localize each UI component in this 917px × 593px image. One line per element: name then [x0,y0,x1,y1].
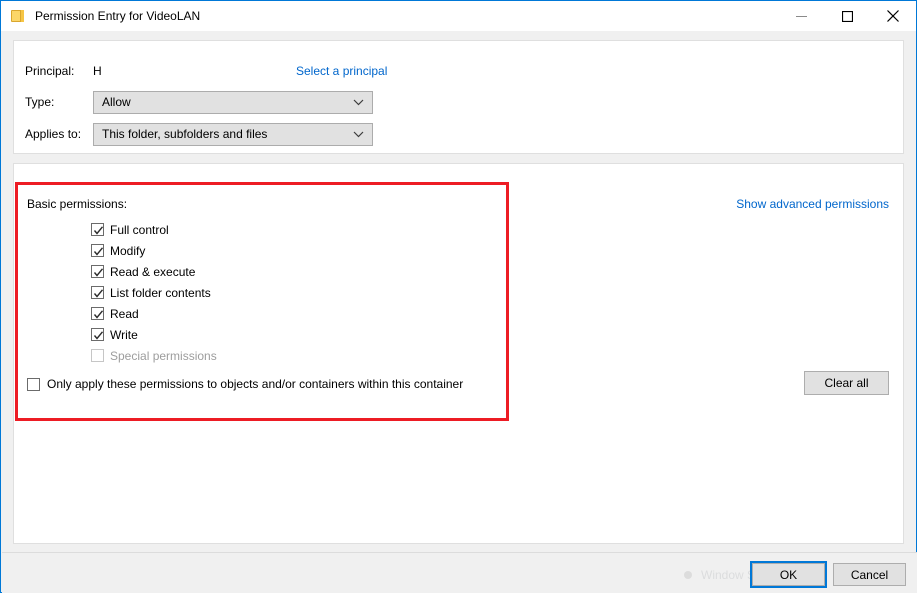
principal-value: H [93,64,102,78]
folder-icon [10,8,26,24]
ok-button[interactable]: OK [750,561,827,588]
permission-item[interactable]: Write [91,324,217,345]
permission-item[interactable]: Read & execute [91,261,217,282]
type-dropdown[interactable]: Allow [93,90,373,114]
principal-row: Principal: H Select a principal [25,60,885,82]
cancel-button[interactable]: Cancel [833,563,906,586]
permission-checkbox[interactable] [91,265,104,278]
permission-label: Read & execute [110,264,196,279]
permission-item[interactable]: List folder contents [91,282,217,303]
permission-label: Full control [110,222,169,237]
chevron-down-icon [353,124,364,145]
permission-label: Special permissions [110,348,217,363]
permission-entry-dialog: Permission Entry for VideoLAN Principal:… [0,0,917,593]
applies-to-dropdown-value: This folder, subfolders and files [102,127,268,141]
permission-label: List folder contents [110,285,211,300]
permission-checkbox[interactable] [91,244,104,257]
permission-label: Write [110,327,138,342]
permission-label: Modify [110,243,146,258]
minimize-button[interactable] [778,1,824,31]
permission-checkbox [91,349,104,362]
permission-item: Special permissions [91,345,217,366]
permissions-panel: Basic permissions: Show advanced permiss… [13,163,904,544]
permission-checkbox[interactable] [91,223,104,236]
basic-permissions-label: Basic permissions: [27,197,128,211]
show-advanced-permissions-link[interactable]: Show advanced permissions [736,197,889,211]
permission-checkbox[interactable] [91,307,104,320]
window-title: Permission Entry for VideoLAN [35,9,201,23]
basic-permissions-list: Full control Modify Read & execute List fol… [91,219,217,366]
permission-item[interactable]: Modify [91,240,217,261]
principal-form-panel: Principal: H Select a principal Type: Al… [13,40,904,154]
permission-checkbox[interactable] [91,286,104,299]
type-label: Type: [25,95,55,109]
only-apply-label: Only apply these permissions to objects … [47,377,464,391]
select-a-principal-link[interactable]: Select a principal [296,60,387,82]
clear-all-button[interactable]: Clear all [804,371,889,395]
permission-item[interactable]: Full control [91,219,217,240]
applies-to-label: Applies to: [25,127,82,141]
title-bar: Permission Entry for VideoLAN [1,1,916,31]
chevron-down-icon [353,92,364,113]
applies-to-row: Applies to: This folder, subfolders and … [25,122,885,146]
only-apply-checkbox[interactable] [27,377,40,391]
principal-label: Principal: [25,64,75,78]
permission-label: Read [110,306,139,321]
type-row: Type: Allow [25,90,885,114]
maximize-button[interactable] [824,1,870,31]
applies-to-dropdown[interactable]: This folder, subfolders and files [93,122,373,146]
window-controls [778,1,916,31]
close-button[interactable] [870,1,916,31]
type-dropdown-value: Allow [102,95,131,109]
only-apply-row[interactable]: Only apply these permissions to objects … [27,377,463,391]
permission-item[interactable]: Read [91,303,217,324]
permission-checkbox[interactable] [91,328,104,341]
